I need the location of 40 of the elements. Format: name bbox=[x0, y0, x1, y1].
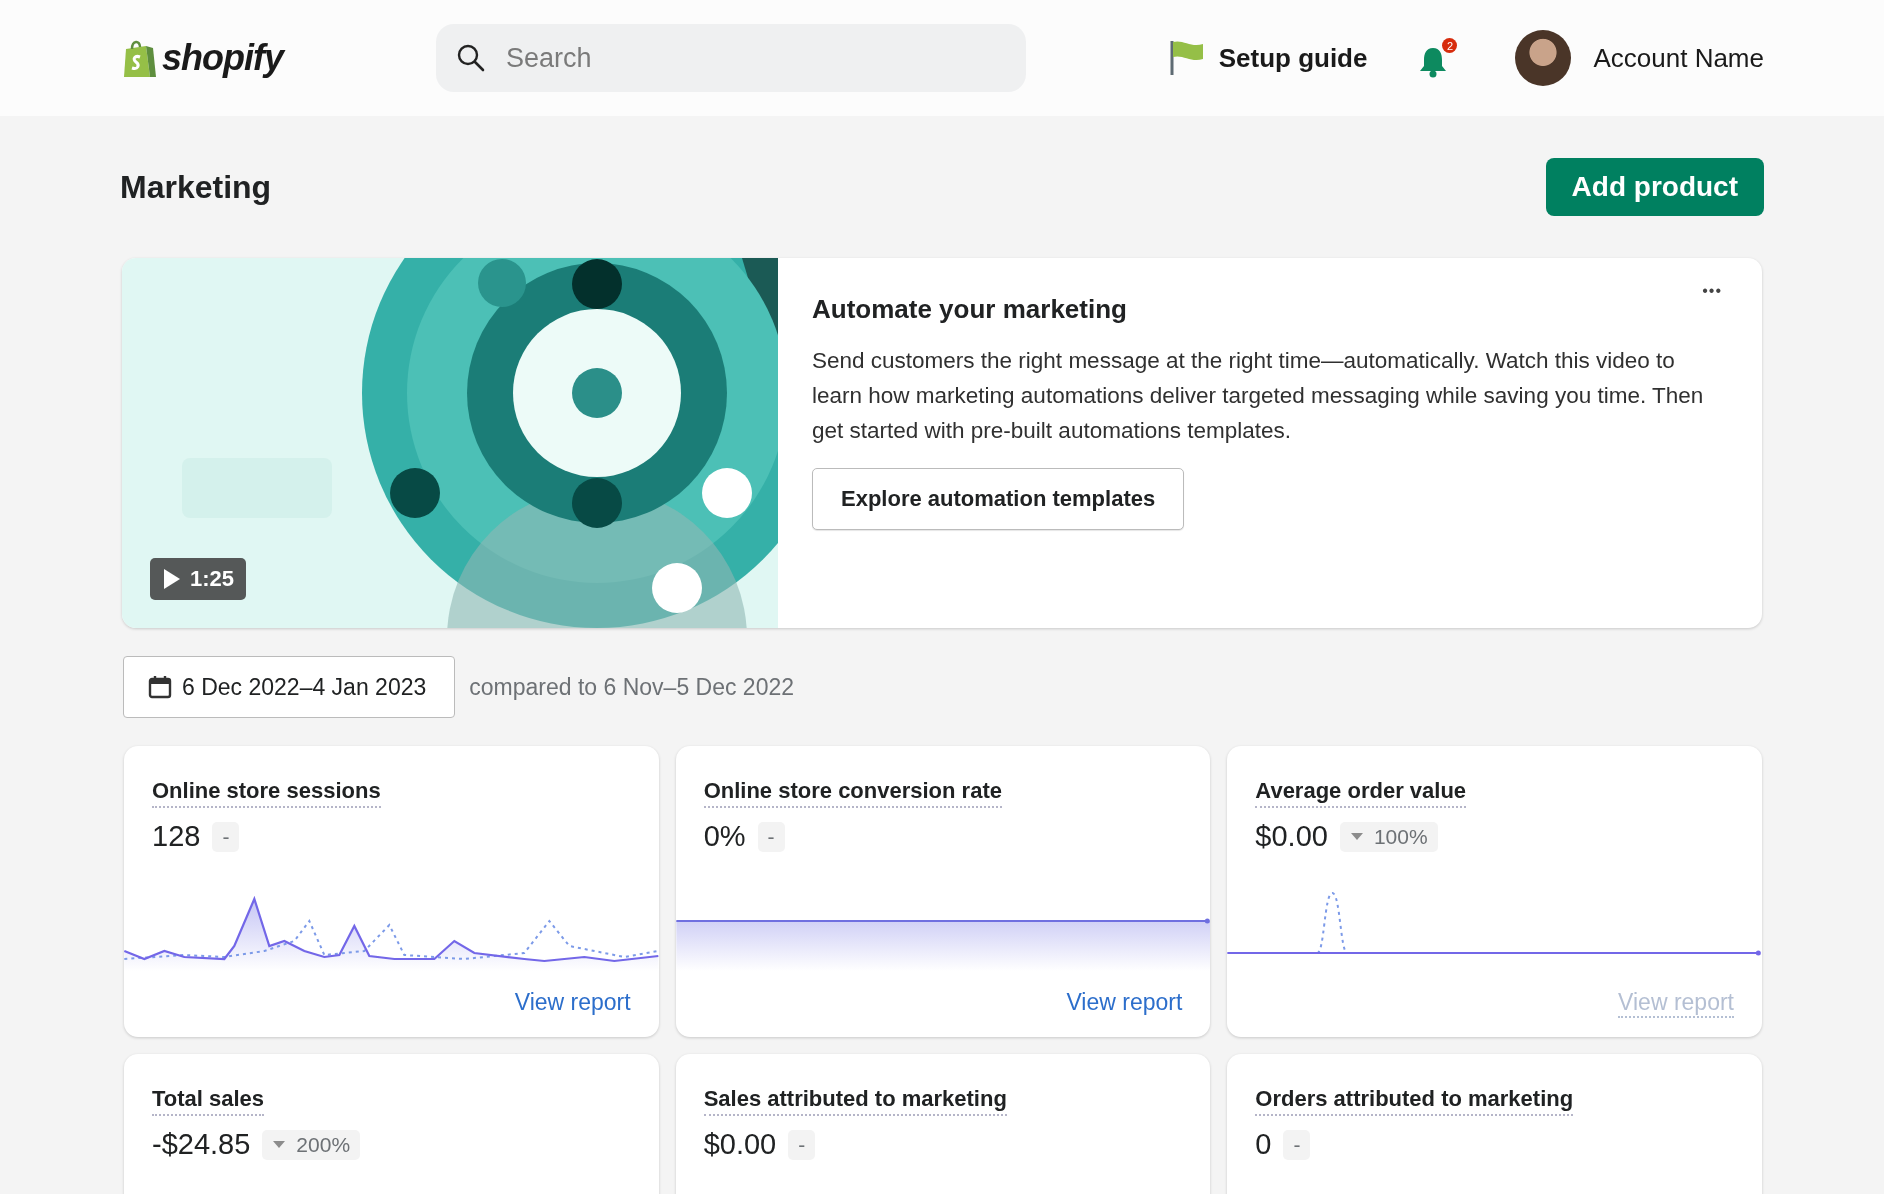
promo-description: Send customers the right message at the right time—automatically. Watch this video to learn how marketing automations deliver targeted messaging while saving you time. Then get started with pre-built automations templates. bbox=[812, 347, 1705, 445]
change-badge: 100% bbox=[1339, 821, 1438, 852]
account-button[interactable]: Account Name bbox=[1515, 30, 1764, 86]
down-arrow-icon bbox=[1349, 832, 1364, 841]
view-report-link[interactable]: View report bbox=[514, 989, 631, 1016]
change-badge: - bbox=[212, 821, 240, 852]
metric-value: 128 bbox=[152, 820, 201, 853]
calendar-icon bbox=[148, 675, 172, 699]
view-report-link[interactable]: View report bbox=[1066, 989, 1183, 1016]
add-product-button[interactable]: Add product bbox=[1545, 158, 1764, 216]
change-badge: - bbox=[788, 1129, 816, 1160]
change-badge: - bbox=[757, 821, 785, 852]
metric-value: 0% bbox=[703, 820, 746, 853]
date-range-button[interactable]: 6 Dec 2022–4 Jan 2023 bbox=[123, 656, 456, 718]
metric-title[interactable]: Sales attributed to marketing bbox=[703, 1086, 1007, 1116]
duration-badge: 1:25 bbox=[150, 558, 247, 600]
more-options-button[interactable]: ••• bbox=[1698, 278, 1726, 304]
comparison-text: compared to 6 Nov–5 Dec 2022 bbox=[469, 673, 795, 701]
down-arrow-icon bbox=[272, 1140, 287, 1149]
explore-templates-button[interactable]: Explore automation templates bbox=[812, 468, 1185, 530]
metric-value: $0.00 bbox=[703, 1128, 777, 1161]
metric-value: 0 bbox=[1255, 1128, 1272, 1161]
change-badge: 200% bbox=[262, 1129, 361, 1160]
metric-title[interactable]: Online store sessions bbox=[152, 778, 381, 808]
play-icon bbox=[162, 568, 182, 590]
promo-title: Automate your marketing bbox=[812, 294, 1128, 325]
metric-title[interactable]: Average order value bbox=[1255, 778, 1467, 808]
metric-title[interactable]: Total sales bbox=[152, 1086, 265, 1116]
flag-icon bbox=[1168, 39, 1205, 77]
setup-guide-button[interactable]: Setup guide bbox=[1168, 39, 1368, 77]
metric-value: -$24.85 bbox=[152, 1128, 251, 1161]
change-badge: - bbox=[1283, 1129, 1311, 1160]
metric-value: $0.00 bbox=[1255, 820, 1328, 853]
notification-badge: 2 bbox=[1442, 38, 1458, 53]
notifications-button[interactable]: 2 bbox=[1417, 38, 1458, 78]
metric-title[interactable]: Orders attributed to marketing bbox=[1255, 1086, 1574, 1116]
search-field[interactable]: Search bbox=[436, 24, 1026, 92]
metric-title[interactable]: Online store conversion rate bbox=[703, 778, 1002, 808]
page-title: Marketing bbox=[120, 168, 272, 206]
search-icon bbox=[456, 43, 486, 73]
